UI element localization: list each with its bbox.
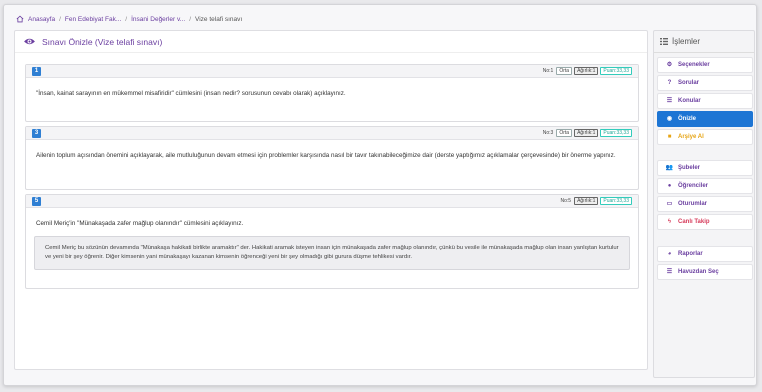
actions-sidebar: İşlemler ⚙ Seçenekler ? Sorular ☰ Konula… — [653, 30, 755, 378]
sidebar-item-sorular[interactable]: ? Sorular — [657, 75, 753, 91]
sidebar-item-oturumlar[interactable]: ▭ Oturumlar — [657, 196, 753, 212]
sidebar-item-label: Sorular — [678, 80, 700, 86]
breadcrumb-course[interactable]: İnsani Değerler v... — [131, 16, 185, 23]
level-badge: Orta — [556, 67, 573, 75]
weight-badge: Ağırlık:1 — [574, 129, 599, 137]
sidebar-item-label: Canlı Takip — [678, 219, 710, 225]
user-icon: ● — [667, 182, 672, 189]
sidebar-item-label: Oturumlar — [678, 201, 708, 207]
app-frame: Anasayfa / Fen Edebiyat Fak... / İnsani … — [3, 4, 757, 386]
breadcrumb-sep: / — [189, 15, 191, 23]
sidebar-item-label: Şubeler — [678, 165, 701, 171]
archive-icon: ■ — [667, 133, 672, 140]
sidebar-item-label: Öğrenciler — [678, 183, 709, 189]
sidebar-item-canli-takip[interactable]: ϟ Canlı Takip — [657, 214, 753, 230]
sidebar-item-label: Seçenekler — [678, 62, 710, 68]
sidebar-item-secenekler[interactable]: ⚙ Seçenekler — [657, 57, 753, 73]
eye-icon — [24, 38, 35, 45]
bolt-icon: ϟ — [667, 218, 672, 225]
list-icon — [660, 38, 668, 45]
answer-box: Cemil Meriç bu sözünün devamında "Münaka… — [34, 236, 630, 270]
question-badges: No:3 Orta Ağırlık:1 Puan:33,33 — [543, 129, 632, 137]
sidebar-item-label: Konular — [678, 98, 701, 104]
question-number: 3 — [32, 128, 41, 138]
question-badges: No:1 Orta Ağırlık:1 Puan:33,33 — [543, 67, 632, 75]
eye-icon: ◉ — [666, 115, 673, 122]
gear-icon: ⚙ — [666, 61, 673, 68]
list-icon: ☰ — [666, 268, 673, 275]
sidebar-item-onizle[interactable]: ◉ Önizle — [657, 111, 753, 127]
weight-badge: Ağırlık:1 — [574, 67, 599, 75]
breadcrumb-faculty[interactable]: Fen Edebiyat Fak... — [65, 16, 121, 23]
sidebar-item-havuzdan-sec[interactable]: ☰ Havuzdan Seç — [657, 264, 753, 280]
group-icon: 👥 — [665, 164, 674, 171]
question-number: 5 — [32, 196, 41, 206]
score-badge: Puan:33,33 — [600, 129, 632, 137]
sidebar-item-label: Havuzdan Seç — [678, 269, 719, 275]
preview-panel: Sınavı Önizle (Vize telafi sınavı) 1 No:… — [14, 30, 648, 370]
level-badge: Orta — [556, 129, 573, 137]
sidebar-item-konular[interactable]: ☰ Konular — [657, 93, 753, 109]
sidebar-item-label: Raporlar — [678, 251, 703, 257]
breadcrumb: Anasayfa / Fen Edebiyat Fak... / İnsani … — [16, 13, 242, 25]
sidebar-item-label: Önizle — [678, 116, 697, 122]
list-icon: ☰ — [666, 97, 673, 104]
sidebar-item-arsiye-al[interactable]: ■ Arşiye Al — [657, 129, 753, 145]
breadcrumb-current: Vize telafi sınavı — [195, 15, 243, 23]
preview-header: Sınavı Önizle (Vize telafi sınavı) — [15, 31, 647, 53]
question-card: 3 No:3 Orta Ağırlık:1 Puan:33,33 Ailenin… — [25, 126, 639, 190]
page-title: Sınavı Önizle (Vize telafi sınavı) — [42, 36, 163, 47]
question-no: No:1 — [542, 68, 554, 74]
question-card: 1 No:1 Orta Ağırlık:1 Puan:33,33 "İnsan,… — [25, 64, 639, 122]
question-text: "İnsan, kainat sarayının en mükemmel mis… — [36, 90, 346, 97]
sidebar-title: İşlemler — [672, 37, 701, 46]
question-icon: ? — [667, 79, 672, 86]
monitor-icon: ▭ — [666, 200, 673, 207]
home-icon — [16, 15, 24, 23]
question-header: 1 No:1 Orta Ağırlık:1 Puan:33,33 — [26, 65, 638, 78]
weight-badge: Ağırlık:1 — [574, 197, 599, 205]
sidebar-header: İşlemler — [654, 31, 754, 53]
sidebar-item-subeler[interactable]: 👥 Şubeler — [657, 160, 753, 176]
question-card: 5 No:5 Ağırlık:1 Puan:33,33 Cemil Meriç'… — [25, 194, 639, 289]
question-badges: No:5 Ağırlık:1 Puan:33,33 — [560, 197, 632, 205]
score-badge: Puan:33,33 — [600, 67, 632, 75]
question-text: Cemil Meriç'in "Münakaşada zafer mağlup … — [36, 220, 244, 227]
question-no: No:5 — [560, 198, 572, 204]
question-number: 1 — [32, 66, 41, 76]
breadcrumb-sep: / — [59, 15, 61, 23]
sidebar-item-raporlar[interactable]: ◕ Raporlar — [657, 246, 753, 262]
score-badge: Puan:33,33 — [600, 197, 632, 205]
question-header: 5 No:5 Ağırlık:1 Puan:33,33 — [26, 195, 638, 208]
question-no: No:3 — [542, 130, 554, 136]
sidebar-item-label: Arşiye Al — [678, 134, 704, 140]
breadcrumb-home[interactable]: Anasayfa — [28, 16, 55, 23]
chart-icon: ◕ — [667, 250, 672, 257]
breadcrumb-sep: / — [125, 15, 128, 23]
question-text: Ailenin toplum açısından önemini açıklay… — [36, 152, 616, 159]
sidebar-item-ogrenciler[interactable]: ● Öğrenciler — [657, 178, 753, 194]
question-header: 3 No:3 Orta Ağırlık:1 Puan:33,33 — [26, 127, 638, 140]
